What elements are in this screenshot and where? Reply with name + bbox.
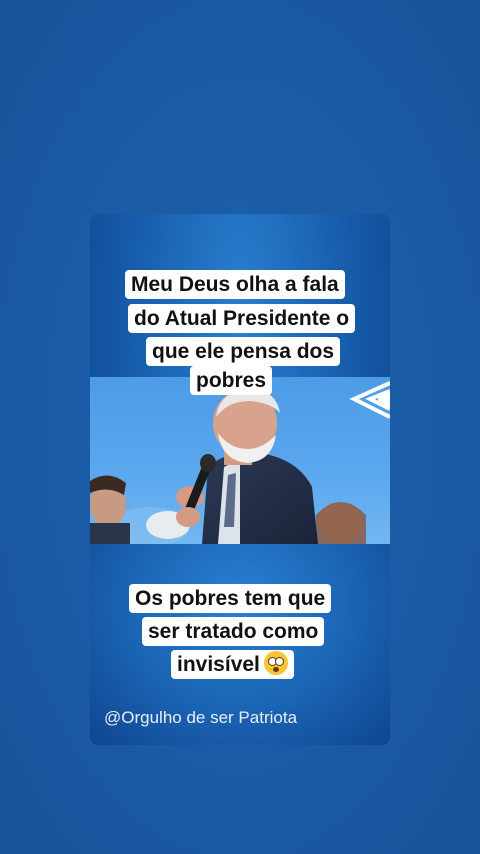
video-scene [90, 381, 390, 544]
bottom-caption-line-1: Os pobres tem que [129, 584, 332, 613]
watermark: @Orgulho de ser Patriota [104, 708, 298, 727]
background-person-right [316, 502, 366, 544]
post-card[interactable]: Meu Deus olha a fala do Atual Presidente… [90, 214, 390, 745]
bottom-caption-line-3-text: invisível [177, 653, 260, 676]
background-person-left [90, 475, 130, 544]
broadcast-logo-icon [349, 381, 390, 419]
top-caption-line-2: do Atual Presidente o [128, 304, 356, 333]
bottom-caption-line-2: ser tratado como [142, 617, 325, 646]
video-frame[interactable] [90, 377, 390, 544]
top-caption-line-1: Meu Deus olha a fala [125, 270, 345, 299]
page: Meu Deus olha a fala do Atual Presidente… [0, 0, 480, 854]
top-caption-line-4: pobres [190, 366, 273, 395]
flushed-face-icon [263, 651, 288, 675]
speaker [176, 389, 318, 544]
top-caption-line-3: que ele pensa dos [146, 337, 341, 366]
bottom-caption-line-3: invisível [171, 650, 294, 679]
